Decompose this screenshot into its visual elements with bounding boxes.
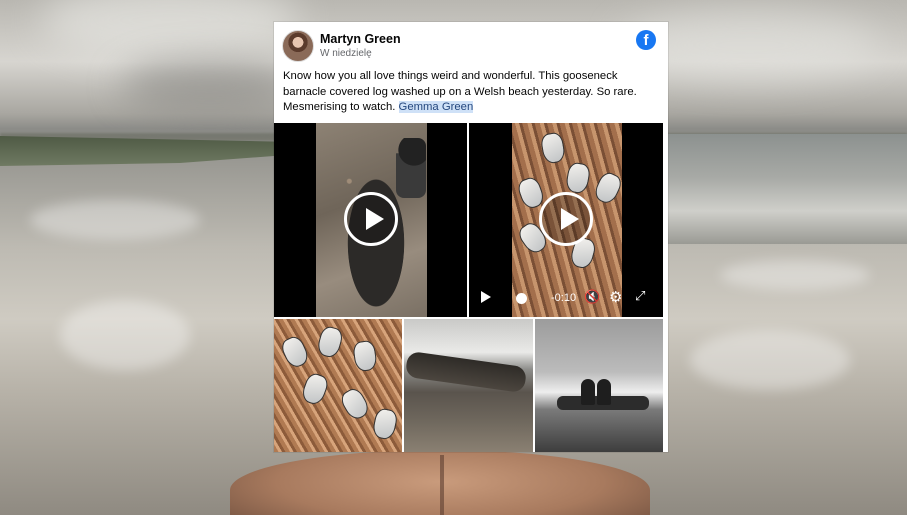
fullscreen-icon[interactable]: ⤢ (635, 288, 645, 304)
control-play-icon[interactable] (481, 291, 491, 303)
video-2[interactable]: -0:10 🔇 ⚙ ⤢ (469, 123, 663, 317)
play-icon[interactable] (539, 192, 593, 246)
post-timestamp[interactable]: W niedzielę (320, 48, 372, 59)
media-grid: -0:10 🔇 ⚙ ⤢ (274, 123, 668, 452)
author-name[interactable]: Martyn Green (320, 32, 401, 46)
photo-people-by-log[interactable] (535, 319, 663, 452)
facebook-logo-icon: f (636, 30, 656, 50)
post-header: Martyn Green W niedzielę f (282, 30, 660, 64)
mention-link[interactable]: Gemma Green (398, 101, 474, 113)
photo-log-on-shore[interactable] (404, 319, 533, 452)
volume-muted-icon[interactable]: 🔇 (584, 289, 600, 305)
gear-icon[interactable]: ⚙ (609, 288, 622, 306)
play-icon[interactable] (344, 192, 398, 246)
photo-barnacles-closeup[interactable] (274, 319, 402, 452)
video-1[interactable] (274, 123, 467, 317)
post-text: Know how you all love things weird and w… (283, 69, 655, 116)
avatar[interactable] (282, 30, 314, 62)
facebook-post-card: Martyn Green W niedzielę f Know how you … (274, 22, 668, 452)
progress-scrubber[interactable] (516, 293, 527, 304)
time-remaining: -0:10 (551, 292, 577, 304)
